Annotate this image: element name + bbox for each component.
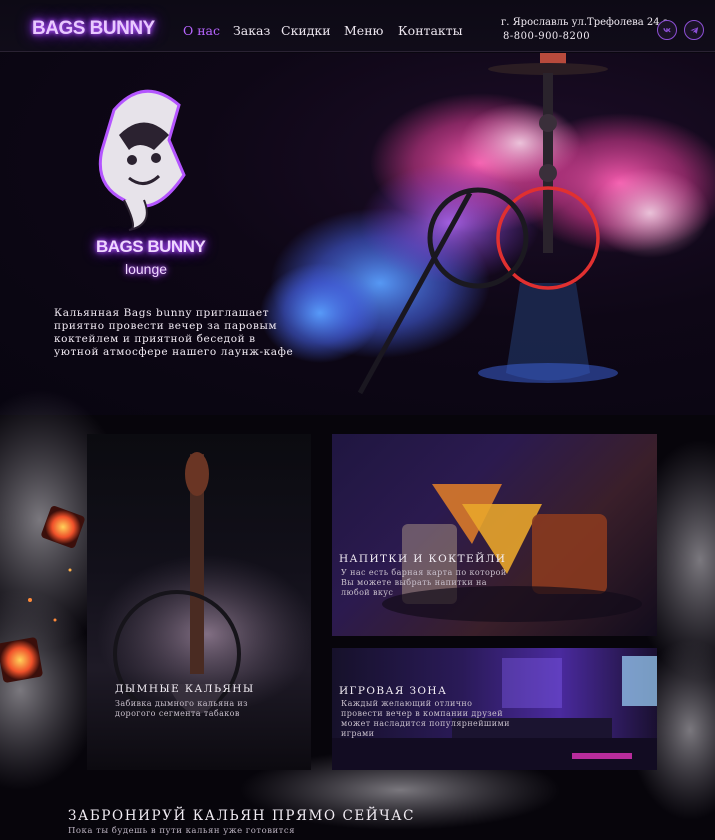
booking-title: ЗАБРОНИРУЙ КАЛЬЯН ПРЯМО СЕЙЧАС <box>68 808 416 824</box>
card-gaming-desc: Каждый желающий отлично провести вечер в… <box>341 699 510 738</box>
nav-item-menu[interactable]: Меню <box>344 23 383 38</box>
telegram-icon[interactable] <box>684 20 704 40</box>
cocktails-photo <box>382 484 642 622</box>
card-gaming[interactable]: ИГРОВАЯ ЗОНА Каждый желающий отлично про… <box>332 648 657 770</box>
card-gaming-title: ИГРОВАЯ ЗОНА <box>339 685 448 697</box>
booking-subtitle: Пока ты будешь в пути кальян уже готовит… <box>68 826 295 836</box>
card-hookahs[interactable]: ДЫМНЫЕ КАЛЬЯНЫ Забивка дымного кальяна и… <box>87 434 311 770</box>
hero-description: Кальянная Bags bunny приглашает приятно … <box>54 307 294 358</box>
card-hookahs-desc: Забивка дымного кальяна из дорогого сегм… <box>115 699 248 718</box>
hero-brand-subtitle: lounge <box>125 261 168 277</box>
nav-item-contacts[interactable]: Контакты <box>398 23 463 38</box>
nav-item-order[interactable]: Заказ <box>233 23 270 38</box>
card-drinks[interactable]: НАПИТКИ И КОКТЕЙЛИ У нас есть барная кар… <box>332 434 657 636</box>
card-drinks-desc: У нас есть барная карта по которой Вы мо… <box>341 568 507 597</box>
site-header: BAGS BUNNY О нас Заказ Скидки Меню Конта… <box>0 0 715 52</box>
nav-item-discounts[interactable]: Скидки <box>281 23 331 38</box>
vk-icon[interactable] <box>657 20 677 40</box>
address-text: г. Ярославль ул.Трефолева 24 а <box>501 17 669 28</box>
hookah-photo <box>97 452 311 718</box>
hero-brand-name: BAGS BUNNY <box>96 237 206 256</box>
card-hookahs-title: ДЫМНЫЕ КАЛЬЯНЫ <box>115 683 255 695</box>
phone-number[interactable]: 8-800-900-8200 <box>503 31 590 42</box>
nav-item-about[interactable]: О нас <box>183 23 220 38</box>
card-drinks-title: НАПИТКИ И КОКТЕЙЛИ <box>339 553 507 565</box>
bunny-logo <box>84 80 204 290</box>
